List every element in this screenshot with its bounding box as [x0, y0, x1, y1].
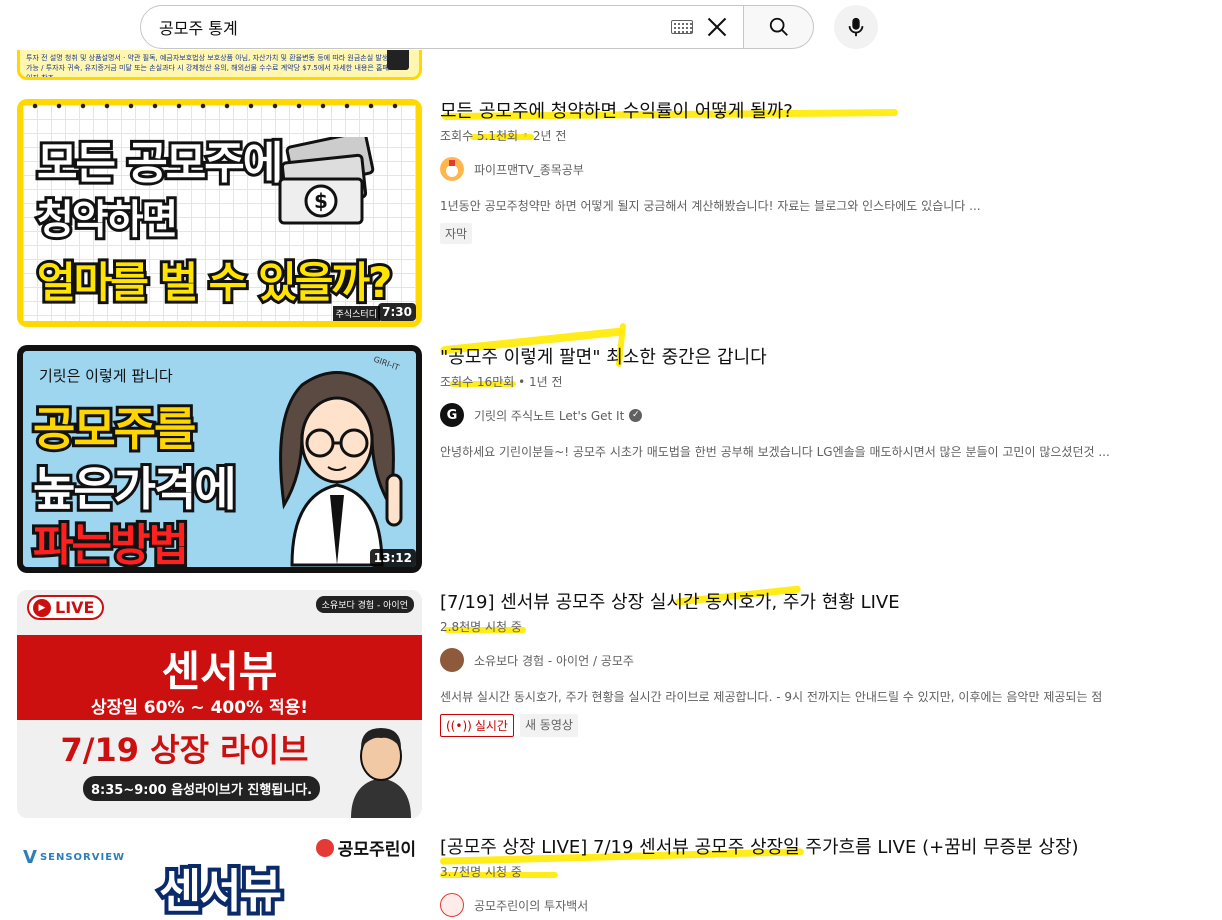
- live-signal-icon: ((•)): [446, 718, 472, 733]
- video-meta: 2.8천명 시청 중: [440, 618, 1222, 636]
- duration-badge: 13:12: [369, 549, 416, 567]
- video-title[interactable]: "공모주 이렇게 팔면" 최소한 중간은 갑니다: [440, 345, 1222, 371]
- video-result[interactable]: ▶ LIVE 소유보다 경험 - 아이언 센서뷰 상장일 60% ~ 400% …: [17, 585, 1222, 818]
- view-count: 조회수 16만회: [440, 375, 515, 389]
- video-title[interactable]: 모든 공모주에 청약하면 수익률이 어떻게 될까?: [440, 99, 1222, 125]
- video-result[interactable]: 모든 공모주에 청약하면 얼마를 벌 수 있을까? $ 주식스터디 7:30 모…: [17, 99, 1222, 327]
- video-description: 센서뷰 실시간 동시호가, 주가 현황을 실시간 라이브로 제공합니다. - 9…: [440, 690, 1103, 704]
- voice-search-button[interactable]: [834, 5, 878, 49]
- money-icon: $: [278, 137, 375, 225]
- badge-row: ((•)) 실시간 새 동영상: [440, 714, 1222, 737]
- search-icon: [769, 17, 788, 36]
- svg-text:$: $: [314, 189, 328, 213]
- channel-row[interactable]: 소유보다 경험 - 아이언 / 공모주: [440, 648, 1222, 672]
- channel-logo-icon: [315, 838, 334, 857]
- clear-icon[interactable]: [701, 11, 733, 43]
- video-meta: 조회수 16만회 • 1년 전: [440, 373, 1222, 391]
- channel-name[interactable]: 공모주린이의 투자백서: [474, 897, 588, 914]
- channel-avatar[interactable]: G: [440, 403, 464, 427]
- video-meta: 3.7천명 시청 중: [440, 863, 1222, 881]
- mic-icon: [848, 17, 864, 37]
- live-label: ▶ LIVE: [27, 595, 105, 620]
- channel-name[interactable]: 파이프맨TV_종목공부: [474, 161, 584, 178]
- duration-badge: 7:30: [378, 303, 416, 321]
- thumb-channel-tag: 소유보다 경험 - 아이언: [315, 596, 414, 613]
- live-badge: ((•)) 실시간: [440, 714, 514, 737]
- channel-row[interactable]: G 기릿의 주식노트 Let's Get It ✓: [440, 403, 1222, 427]
- badge-row: 자막: [440, 223, 1222, 244]
- video-thumbnail[interactable]: V SENSORVIEW 공모주린이 센서뷰: [17, 835, 422, 920]
- thumb-text: 센서뷰: [161, 647, 278, 696]
- viewer-count: 3.7천명 시청 중: [440, 865, 522, 879]
- video-meta: 조회수 5.1천회 • 2년 전: [440, 127, 1222, 145]
- video-title[interactable]: [7/19] 센서뷰 공모주 상장 실시간 동시호가, 주가 현황 LIVE: [440, 590, 1222, 616]
- channel-name[interactable]: 기릿의 주식노트 Let's Get It: [474, 407, 624, 424]
- video-info: "공모주 이렇게 팔면" 최소한 중간은 갑니다 조회수 16만회 • 1년 전…: [440, 322, 1222, 461]
- viewer-count: 2.8천명 시청 중: [440, 620, 522, 634]
- video-info: [7/19] 센서뷰 공모주 상장 실시간 동시호가, 주가 현황 LIVE 2…: [440, 585, 1222, 737]
- keyboard-icon[interactable]: [671, 20, 693, 34]
- channel-name[interactable]: 소유보다 경험 - 아이언 / 공모주: [474, 652, 634, 669]
- avatar-face-icon: [440, 157, 464, 181]
- live-badge-text: 실시간: [474, 719, 508, 733]
- video-thumbnail[interactable]: 기릿은 이렇게 팝니다 공모주를 높은가격에 파는방법 GIRI-IT 13:1…: [17, 345, 422, 573]
- search-box[interactable]: [140, 5, 744, 49]
- caption-badge: 자막: [440, 223, 473, 244]
- search-input[interactable]: [159, 17, 671, 37]
- live-label-text: LIVE: [55, 598, 95, 617]
- thumb-text: 청약하면: [34, 194, 181, 246]
- new-video-badge: 새 동영상: [519, 714, 578, 737]
- person-illustration: [351, 728, 411, 818]
- thumb-channel-tag-text: 소유보다 경험 - 아이언: [321, 601, 408, 611]
- thumb-text: 센서뷰: [155, 860, 286, 920]
- previous-result-thumb[interactable]: 투자 전 설명 청취 및 상품설명서 · 약관 필독, 예금자보호법상 보호상품…: [17, 50, 422, 80]
- verified-icon: ✓: [629, 408, 643, 422]
- channel-avatar[interactable]: [440, 648, 464, 672]
- upload-age: 1년 전: [529, 375, 563, 389]
- video-thumbnail[interactable]: 모든 공모주에 청약하면 얼마를 벌 수 있을까? $ 주식스터디 7:30: [17, 99, 422, 327]
- video-thumbnail[interactable]: ▶ LIVE 소유보다 경험 - 아이언 센서뷰 상장일 60% ~ 400% …: [17, 590, 422, 818]
- video-result[interactable]: V SENSORVIEW 공모주린이 센서뷰 [공모주 상장 LIVE] 7/1…: [17, 835, 1222, 920]
- thumb-rings: [23, 99, 416, 113]
- thumb-corner-icon: [387, 50, 409, 70]
- video-title[interactable]: [공모주 상장 LIVE] 7/19 센서뷰 공모주 상장일 주가흐름 LIVE…: [440, 835, 1222, 861]
- thumb-text: 얼마를 벌 수 있을까?: [34, 255, 395, 310]
- upload-age: 2년 전: [532, 129, 567, 143]
- live-play-icon: ▶: [33, 598, 51, 617]
- meta-separator: •: [518, 375, 530, 389]
- channel-avatar[interactable]: [440, 893, 464, 917]
- thumb-disclaimer-text: 투자 전 설명 청취 및 상품설명서 · 약관 필독, 예금자보호법상 보호상품…: [26, 54, 389, 80]
- video-info: 모든 공모주에 청약하면 수익률이 어떻게 될까? 조회수 5.1천회 • 2년…: [440, 99, 1222, 244]
- thumb-audio-pill: 8:35~9:00 음성라이브가 진행됩니다.: [83, 776, 321, 801]
- thumb-text: 상장일 60% ~ 400% 적용!: [90, 698, 309, 718]
- thumb-audio-pill-text: 8:35~9:00 음성라이브가 진행됩니다.: [91, 783, 313, 798]
- channel-avatar[interactable]: [440, 157, 464, 181]
- video-description: 안녕하세요 기린이분들~! 공모주 시초가 매도법을 한번 공부해 보겠습니다 …: [440, 445, 1110, 459]
- search-bar: [140, 5, 878, 49]
- view-count: 조회수 5.1천회: [440, 129, 519, 143]
- video-info: [공모주 상장 LIVE] 7/19 센서뷰 공모주 상장일 주가흐름 LIVE…: [439, 835, 1222, 917]
- video-description: 1년동안 공모주청약만 하면 어떻게 될지 궁금해서 계산해봤습니다! 자료는 …: [440, 199, 981, 213]
- thumb-frame: [17, 345, 422, 573]
- thumb-tag: 주식스터디: [332, 306, 380, 321]
- search-button[interactable]: [744, 5, 814, 49]
- thumb-text: 모든 공모주에: [34, 135, 286, 192]
- video-result[interactable]: 기릿은 이렇게 팝니다 공모주를 높은가격에 파는방법 GIRI-IT 13:1…: [17, 322, 1222, 573]
- channel-row[interactable]: 공모주린이의 투자백서: [440, 893, 1222, 917]
- channel-row[interactable]: 파이프맨TV_종목공부: [440, 157, 1222, 181]
